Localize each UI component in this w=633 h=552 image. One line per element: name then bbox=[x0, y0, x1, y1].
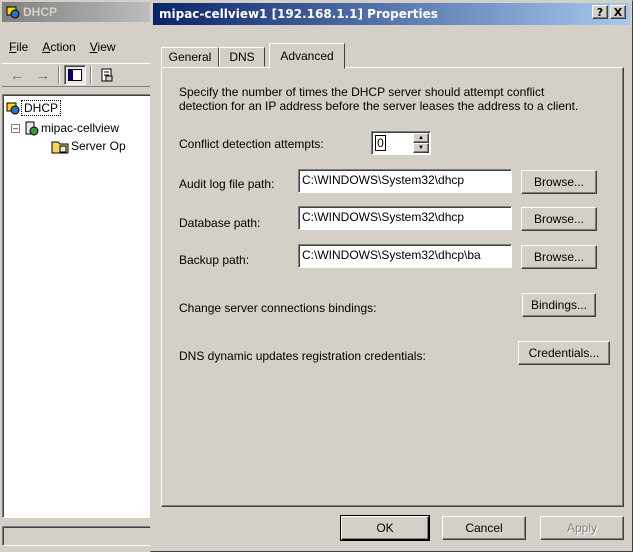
bindings-label: Change server connections bindings: bbox=[179, 301, 377, 315]
menu-action[interactable]: Action bbox=[35, 37, 82, 57]
mmc-toolbar: ← → bbox=[2, 63, 158, 87]
tab-advanced[interactable]: Advanced bbox=[269, 43, 345, 69]
audit-log-label: Audit log file path: bbox=[179, 177, 275, 191]
tree-item-server-options[interactable]: Server Op bbox=[51, 137, 128, 155]
conflict-attempts-value[interactable]: 0 bbox=[375, 135, 386, 151]
backup-path-input[interactable]: C:\WINDOWS\System32\dhcp\ba bbox=[298, 244, 512, 268]
mmc-title-bar[interactable]: DHCP bbox=[2, 2, 158, 22]
mmc-title-text: DHCP bbox=[23, 5, 58, 19]
console-tree[interactable]: DHCP – mipac-cellview Server Op bbox=[2, 94, 158, 518]
tab-general[interactable]: General bbox=[161, 47, 219, 67]
menu-view[interactable]: View bbox=[83, 37, 123, 57]
menu-file[interactable]: File bbox=[2, 37, 35, 57]
conflict-attempts-label: Conflict detection attempts: bbox=[179, 137, 324, 151]
database-path-label: Database path: bbox=[179, 216, 261, 230]
database-path-input[interactable]: C:\WINDOWS\System32\dhcp bbox=[298, 206, 512, 230]
description-line-2: detection for an IP address before the s… bbox=[179, 99, 579, 113]
toolbar-separator bbox=[58, 66, 60, 84]
folder-icon bbox=[51, 141, 69, 154]
audit-browse-button[interactable]: Browse... bbox=[521, 170, 597, 194]
backup-path-label: Backup path: bbox=[179, 253, 250, 267]
dialog-title-bar[interactable]: mipac-cellview1 [192.168.1.1] Properties bbox=[153, 3, 630, 25]
server-icon bbox=[25, 121, 39, 136]
credentials-button[interactable]: Credentials... bbox=[518, 341, 610, 365]
credentials-label: DNS dynamic updates registration credent… bbox=[179, 349, 426, 363]
collapse-icon[interactable]: – bbox=[11, 123, 20, 133]
audit-log-path-input[interactable]: C:\WINDOWS\System32\dhcp bbox=[298, 169, 512, 193]
dhcp-icon bbox=[6, 102, 20, 115]
tab-dns[interactable]: DNS bbox=[219, 47, 265, 67]
close-button[interactable]: X bbox=[610, 5, 626, 19]
backup-browse-button[interactable]: Browse... bbox=[521, 245, 597, 269]
apply-button[interactable]: Apply bbox=[540, 516, 624, 540]
tree-label: mipac-cellview bbox=[41, 121, 120, 135]
status-bar bbox=[2, 526, 158, 546]
toolbar-separator bbox=[90, 66, 92, 84]
database-browse-button[interactable]: Browse... bbox=[521, 207, 597, 231]
mmc-window: DHCP File Action View ← → DHCP – mipac-c… bbox=[0, 0, 160, 552]
tree-label: DHCP bbox=[21, 100, 62, 116]
dhcp-app-icon bbox=[6, 6, 20, 19]
cancel-button[interactable]: Cancel bbox=[442, 516, 526, 540]
show-hide-tree-icon[interactable] bbox=[64, 65, 86, 85]
spin-down-icon[interactable]: ▼ bbox=[413, 143, 429, 153]
spin-up-icon[interactable]: ▲ bbox=[413, 133, 429, 143]
help-button[interactable]: ? bbox=[592, 5, 608, 19]
dialog-title: mipac-cellview1 [192.168.1.1] Properties bbox=[159, 7, 438, 21]
tree-item-server[interactable]: – mipac-cellview bbox=[11, 119, 121, 137]
mmc-menu-bar: File Action View bbox=[2, 37, 123, 57]
forward-arrow-icon[interactable]: → bbox=[32, 65, 54, 85]
properties-icon[interactable] bbox=[96, 65, 118, 85]
conflict-attempts-spinner[interactable]: 0 ▲ ▼ bbox=[371, 131, 431, 155]
description-line-1: Specify the number of times the DHCP ser… bbox=[179, 85, 545, 99]
tree-item-dhcp[interactable]: DHCP bbox=[5, 99, 62, 117]
tree-label: Server Op bbox=[71, 139, 126, 153]
properties-dialog: mipac-cellview1 [192.168.1.1] Properties… bbox=[150, 0, 633, 552]
back-arrow-icon[interactable]: ← bbox=[6, 65, 28, 85]
bindings-button[interactable]: Bindings... bbox=[522, 293, 596, 317]
ok-button[interactable]: OK bbox=[340, 515, 430, 541]
